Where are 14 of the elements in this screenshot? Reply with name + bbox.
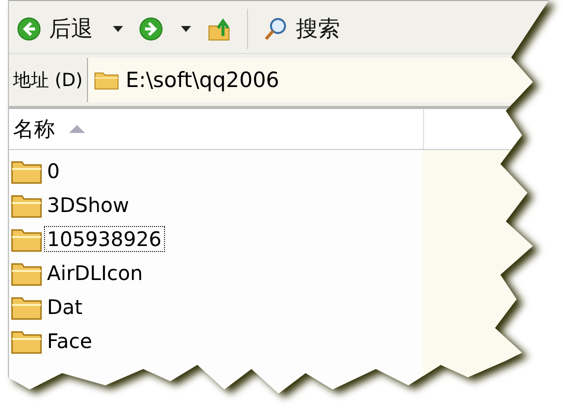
folder-name[interactable]: 105938926 — [44, 226, 165, 252]
forward-button[interactable] — [139, 17, 163, 41]
back-button[interactable]: 后退 — [15, 12, 95, 46]
address-label: 地址 (D) — [12, 69, 84, 92]
caret-icon[interactable] — [181, 26, 191, 32]
caret-icon[interactable] — [113, 26, 123, 32]
folder-name[interactable]: Face — [44, 328, 96, 354]
folder-name[interactable]: 3DShow — [44, 192, 132, 218]
folder-name[interactable]: AirDLIcon — [44, 260, 146, 286]
folder-name[interactable]: 0 — [44, 158, 63, 184]
folder-name[interactable]: Dat — [44, 294, 86, 320]
search-icon — [264, 17, 288, 41]
column-header[interactable]: 名称 — [9, 109, 424, 149]
search-button[interactable]: 搜索 — [262, 12, 342, 46]
